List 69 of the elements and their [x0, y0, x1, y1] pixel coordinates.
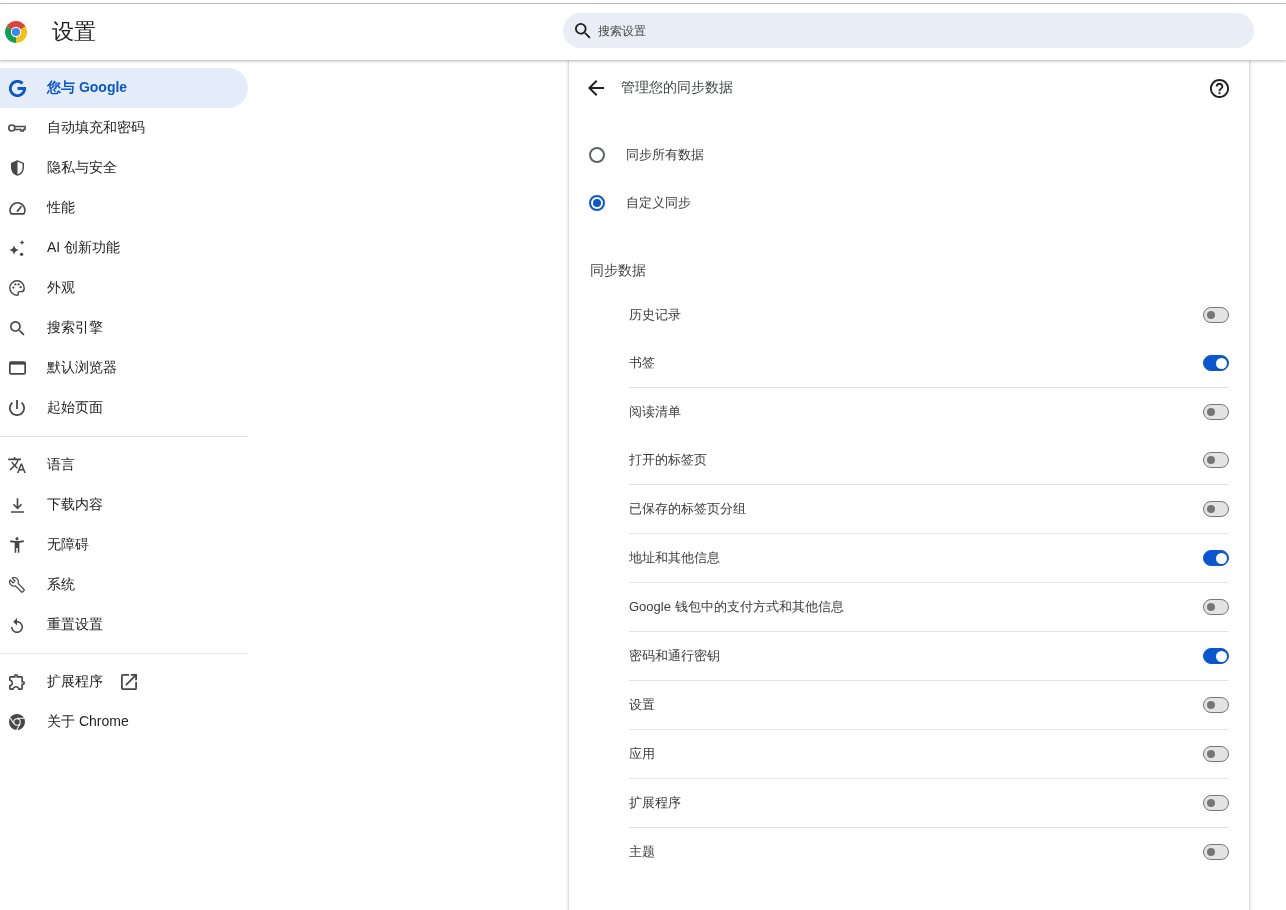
toggle-switch[interactable] [1203, 746, 1229, 762]
sync-item-label: 设置 [629, 696, 655, 714]
sync-item-label: 打开的标签页 [629, 451, 707, 469]
reset-icon [11, 617, 23, 633]
download-icon [10, 497, 24, 513]
toggle-switch[interactable] [1203, 599, 1229, 615]
toggle-switch[interactable] [1203, 648, 1229, 664]
toggle-switch[interactable] [1203, 550, 1229, 566]
sync-item-label: 扩展程序 [629, 794, 681, 812]
sidebar-item[interactable]: 搜索引擎 [0, 308, 248, 348]
sync-item-label: Google 钱包中的支付方式和其他信息 [629, 598, 844, 616]
sidebar-item[interactable]: 无障碍 [0, 525, 248, 565]
puzzle-piece-icon [9, 674, 25, 690]
sync-item-label: 密码和通行密钥 [629, 647, 720, 665]
search-icon [9, 320, 25, 336]
key-icon [8, 124, 26, 132]
sidebar-item[interactable]: 性能 [0, 188, 248, 228]
panel-title: 管理您的同步数据 [621, 79, 733, 97]
sidebar-item[interactable]: 自动填充和密码 [0, 108, 248, 148]
power-icon [9, 400, 25, 416]
sidebar-item[interactable]: 语言 [0, 445, 248, 485]
sidebar-item[interactable]: 下载内容 [0, 485, 248, 525]
search-field[interactable]: 搜索设置 [563, 13, 1254, 48]
palette-icon [9, 280, 25, 296]
toggle-switch[interactable] [1203, 795, 1229, 811]
section-title: 同步数据 [590, 261, 646, 280]
translate-icon [8, 457, 26, 473]
radio-button[interactable] [589, 147, 605, 163]
external-link-icon[interactable] [121, 674, 137, 690]
sidebar-item[interactable]: 关于 Chrome [0, 702, 248, 742]
page-title: 设置 [52, 18, 96, 46]
sync-item-label: 主题 [629, 843, 655, 861]
sidebar-item[interactable]: 您与 Google [0, 68, 248, 108]
sparkle-icon [9, 240, 25, 256]
toggle-switch[interactable] [1203, 452, 1229, 468]
toggle-switch[interactable] [1203, 697, 1229, 713]
toggle-switch[interactable] [1203, 307, 1229, 323]
help-icon[interactable] [1210, 78, 1229, 98]
wrench-icon [9, 577, 25, 593]
gauge-icon [8, 201, 26, 215]
sidebar-item[interactable]: 扩展程序 [0, 662, 248, 702]
app-logo-icon [5, 21, 27, 43]
back-arrow-icon[interactable] [588, 80, 604, 96]
toggle-switch[interactable] [1203, 844, 1229, 860]
sidebar-item[interactable]: 默认浏览器 [0, 348, 248, 388]
sync-item-label: 阅读清单 [629, 403, 681, 421]
accessibility-icon [10, 537, 24, 553]
sidebar-item[interactable]: 系统 [0, 565, 248, 605]
sync-item-label: 书签 [629, 354, 655, 372]
sync-item-label: 已保存的标签页分组 [629, 500, 746, 518]
sidebar-item[interactable]: 起始页面 [0, 388, 248, 428]
search-icon [575, 22, 591, 39]
circular-logo-icon [9, 714, 25, 730]
toggle-switch[interactable] [1203, 501, 1229, 517]
sync-item-label: 应用 [629, 745, 655, 763]
sidebar-item[interactable]: 隐私与安全 [0, 148, 248, 188]
browser-window-icon [8, 361, 26, 375]
radio-label: 自定义同步 [626, 194, 691, 212]
sidebar-item[interactable]: 外观 [0, 268, 248, 308]
sidebar-item[interactable]: AI 创新功能 [0, 228, 248, 268]
radio-button[interactable] [589, 195, 605, 211]
radio-label: 同步所有数据 [626, 146, 704, 164]
g-logo-icon [8, 79, 26, 97]
toggle-switch[interactable] [1203, 355, 1229, 371]
shield-icon [10, 160, 24, 176]
sync-item-label: 地址和其他信息 [629, 549, 720, 567]
sidebar-item[interactable]: 重置设置 [0, 605, 248, 645]
sync-item-label: 历史记录 [629, 306, 681, 324]
toggle-switch[interactable] [1203, 404, 1229, 420]
